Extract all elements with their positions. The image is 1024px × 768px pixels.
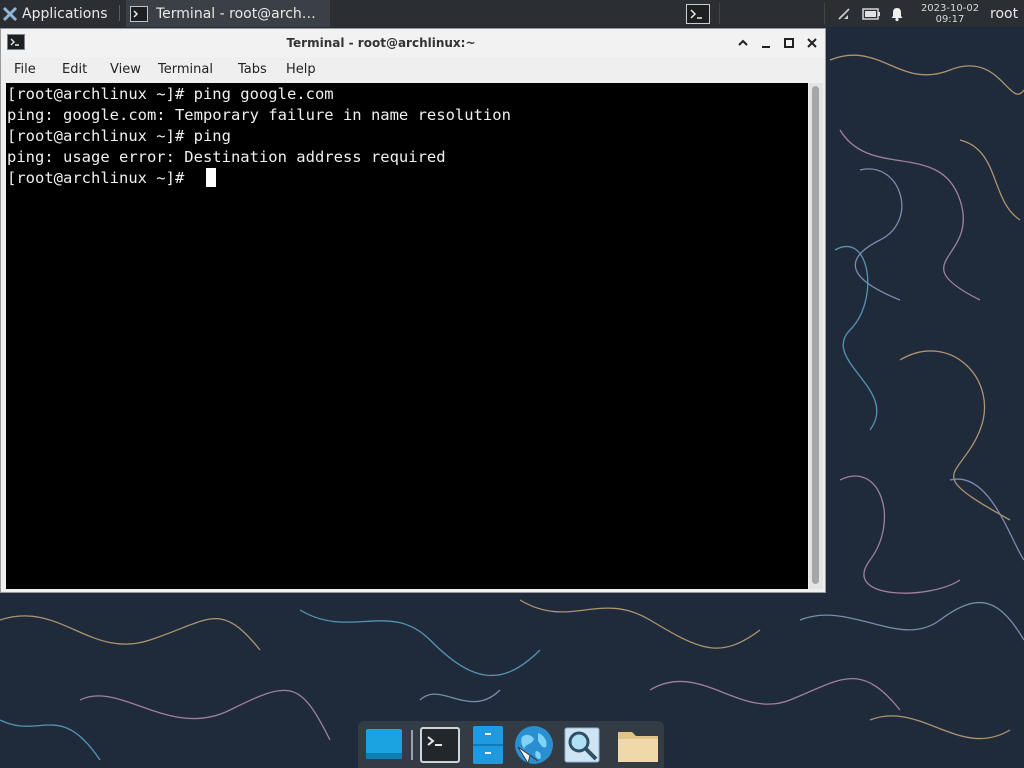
shade-button[interactable] <box>734 34 752 52</box>
applications-menu-button[interactable]: Applications <box>2 0 108 27</box>
menu-view[interactable]: View <box>110 57 141 82</box>
minimize-button[interactable] <box>757 34 775 52</box>
dock-search-button[interactable] <box>560 723 604 767</box>
terminal-icon <box>420 727 460 763</box>
terminal-line: [root@archlinux ~]# ping google.com <box>7 85 334 103</box>
dock-file-cabinet-button[interactable] <box>466 723 510 767</box>
panel-separator <box>119 5 120 21</box>
clock-date: 2023-10-02 <box>920 2 980 14</box>
scrollbar-thumb[interactable] <box>812 86 819 584</box>
chevron-up-icon <box>738 39 748 46</box>
search-icon <box>564 727 600 763</box>
menu-edit[interactable]: Edit <box>62 57 87 82</box>
vertical-scrollbar[interactable] <box>809 83 823 589</box>
menu-bar: File Edit View Terminal Tabs Help <box>1 57 825 82</box>
terminal-window: Terminal - root@archlinux:~ File Edit Vi… <box>0 28 826 593</box>
notification-bell-icon[interactable] <box>889 0 905 27</box>
window-titlebar[interactable]: Terminal - root@archlinux:~ <box>1 29 825 57</box>
web-browser-icon <box>515 726 553 765</box>
text-cursor <box>206 168 216 187</box>
close-icon <box>807 38 817 48</box>
terminal-launcher-button[interactable] <box>685 0 711 27</box>
dock-terminal-button[interactable] <box>418 723 462 767</box>
terminal-line: ping: usage error: Destination address r… <box>7 148 446 166</box>
terminal-icon <box>686 3 710 24</box>
dock-separator <box>411 730 413 760</box>
show-desktop-button[interactable] <box>362 723 406 767</box>
taskbar-terminal-button[interactable]: Terminal - root@arch… <box>126 0 330 27</box>
panel-separator <box>824 3 825 24</box>
network-disconnected-icon[interactable] <box>836 0 852 27</box>
clock[interactable]: 2023-10-02 09:17 <box>915 0 985 27</box>
dock <box>358 721 664 768</box>
window-title: Terminal - root@archlinux:~ <box>286 36 476 50</box>
minimize-icon <box>762 46 770 48</box>
terminal-icon <box>130 5 148 22</box>
terminal-output[interactable]: [root@archlinux ~]# ping google.com ping… <box>6 83 808 589</box>
folder-icon <box>618 732 658 762</box>
terminal-line: [root@archlinux ~]# ping <box>7 127 231 145</box>
menu-file[interactable]: File <box>14 57 36 82</box>
app-menu-logo-icon <box>2 6 18 21</box>
terminal-line: ping: google.com: Temporary failure in n… <box>7 106 511 124</box>
show-desktop-icon <box>366 729 402 759</box>
file-cabinet-icon <box>473 726 503 764</box>
applications-label: Applications <box>22 5 108 22</box>
panel-separator <box>719 3 720 24</box>
user-menu-button[interactable]: root <box>990 0 1018 27</box>
top-panel: Applications Terminal - root@arch… 2023-… <box>0 0 1024 27</box>
menu-tabs[interactable]: Tabs <box>238 57 267 82</box>
close-button[interactable] <box>803 34 821 52</box>
maximize-button[interactable] <box>780 34 798 52</box>
battery-icon[interactable] <box>862 0 882 27</box>
clock-time: 09:17 <box>935 13 965 25</box>
maximize-icon <box>784 38 794 48</box>
menu-help[interactable]: Help <box>286 57 316 82</box>
menu-terminal[interactable]: Terminal <box>158 57 213 82</box>
taskbar-window-title: Terminal - root@arch… <box>156 5 316 22</box>
dock-web-browser-button[interactable] <box>512 723 556 767</box>
terminal-prompt: [root@archlinux ~]# <box>7 169 194 187</box>
dock-file-manager-button[interactable] <box>616 723 660 767</box>
